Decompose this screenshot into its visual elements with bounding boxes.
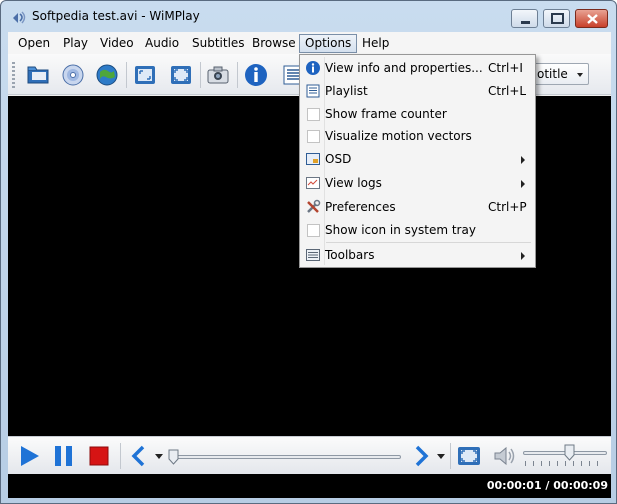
playlist-icon: [306, 84, 320, 98]
menu-separator: [326, 242, 531, 243]
submenu-arrow-icon: [521, 180, 525, 188]
preferences-tools-icon: [307, 199, 321, 213]
menu-item-label: Toolbars: [325, 248, 375, 262]
menu-item-label: Show icon in system tray: [325, 223, 476, 237]
menu-item-view-info[interactable]: View info and properties... Ctrl+I: [302, 57, 533, 79]
fit-window-icon[interactable]: [132, 62, 158, 88]
next-chevron-icon[interactable]: [408, 443, 434, 469]
menu-item-playlist[interactable]: Playlist Ctrl+L: [302, 80, 533, 102]
submenu-arrow-icon: [521, 252, 525, 260]
checkbox[interactable]: [307, 224, 320, 237]
volume-slider-handle[interactable]: [564, 444, 575, 461]
menu-browse[interactable]: Browse: [247, 34, 301, 53]
info-icon: [306, 61, 320, 75]
next-dropdown-icon[interactable]: [435, 443, 447, 469]
menu-audio[interactable]: Audio: [140, 34, 184, 53]
menu-item-shortcut: Ctrl+P: [488, 200, 527, 214]
menu-item-label: Playlist: [325, 84, 368, 98]
toolbar-grip[interactable]: [12, 62, 15, 88]
menu-item-show-tray-icon[interactable]: Show icon in system tray: [302, 219, 533, 241]
menu-item-label: Preferences: [325, 200, 396, 214]
subtitle-select[interactable]: otitle: [527, 63, 589, 85]
previous-chevron-icon[interactable]: [126, 443, 152, 469]
menu-open[interactable]: Open: [13, 34, 55, 53]
menu-item-shortcut: Ctrl+L: [488, 84, 527, 98]
menu-options[interactable]: Options: [299, 34, 358, 53]
open-folder-icon[interactable]: [25, 62, 51, 88]
minimize-button[interactable]: [511, 9, 538, 28]
info-icon[interactable]: [243, 62, 269, 88]
menu-item-label: View info and properties...: [325, 61, 483, 75]
menu-subtitles[interactable]: Subtitles: [187, 34, 250, 53]
status-bar: 00:00:01 / 00:00:09: [8, 474, 611, 498]
osd-icon: [306, 153, 320, 165]
close-button[interactable]: [575, 9, 608, 28]
menu-help[interactable]: Help: [357, 34, 394, 53]
toolbars-icon: [306, 249, 320, 261]
pause-icon[interactable]: [51, 443, 77, 469]
menu-bar: Open Play Video Audio Subtitles Browse O…: [8, 32, 611, 54]
logs-icon: [306, 177, 320, 189]
maximize-button[interactable]: [543, 9, 570, 28]
menu-item-label: Show frame counter: [325, 107, 447, 121]
controls-separator: [120, 443, 121, 469]
menu-video[interactable]: Video: [95, 34, 139, 53]
chevron-down-icon: [577, 73, 583, 77]
menu-item-shortcut: Ctrl+I: [488, 61, 523, 75]
window-title: Softpedia test.avi - WiMPlay: [32, 9, 200, 23]
menu-item-show-frame-counter[interactable]: Show frame counter: [302, 103, 533, 125]
toolbar-separator: [200, 62, 201, 88]
toolbar-separator: [237, 62, 238, 88]
play-icon[interactable]: [16, 443, 42, 469]
subtitle-select-value: otitle: [537, 67, 568, 81]
volume-speaker-icon[interactable]: [492, 443, 518, 469]
app-logo-icon: [13, 11, 26, 24]
menu-item-view-logs[interactable]: View logs: [302, 172, 533, 194]
previous-dropdown-icon[interactable]: [153, 443, 165, 469]
fullscreen-toggle-icon[interactable]: [456, 443, 482, 469]
menu-item-label: OSD: [325, 152, 352, 166]
fullscreen-icon[interactable]: [168, 62, 194, 88]
options-menu: View info and properties... Ctrl+I Playl…: [299, 54, 536, 268]
app-window: Softpedia test.avi - WiMPlay Open Play V…: [0, 0, 617, 504]
volume-ticks: [525, 461, 605, 466]
menu-play[interactable]: Play: [58, 34, 93, 53]
close-icon: [587, 14, 598, 24]
time-display: 00:00:01 / 00:00:09: [486, 479, 608, 492]
menu-item-preferences[interactable]: Preferences Ctrl+P: [302, 196, 533, 218]
controls-separator: [450, 443, 451, 469]
maximize-icon: [551, 13, 564, 24]
toolbar-separator: [126, 62, 127, 88]
menu-item-label: View logs: [325, 176, 382, 190]
seek-track[interactable]: [169, 455, 401, 459]
open-disc-icon[interactable]: [60, 62, 86, 88]
submenu-arrow-icon: [521, 156, 525, 164]
title-bar[interactable]: Softpedia test.avi - WiMPlay: [1, 1, 616, 31]
seek-slider-handle[interactable]: [168, 449, 179, 465]
checkbox[interactable]: [307, 130, 320, 143]
menu-item-visualize-motion-vectors[interactable]: Visualize motion vectors: [302, 125, 533, 147]
stop-icon[interactable]: [86, 443, 112, 469]
minimize-icon: [521, 21, 530, 24]
menu-item-label: Visualize motion vectors: [325, 129, 472, 143]
menu-item-osd[interactable]: OSD: [302, 148, 533, 170]
snapshot-camera-icon[interactable]: [205, 62, 231, 88]
menu-item-toolbars[interactable]: Toolbars: [302, 244, 533, 266]
playback-controls: [8, 436, 611, 474]
open-url-icon[interactable]: [94, 62, 120, 88]
checkbox[interactable]: [307, 108, 320, 121]
